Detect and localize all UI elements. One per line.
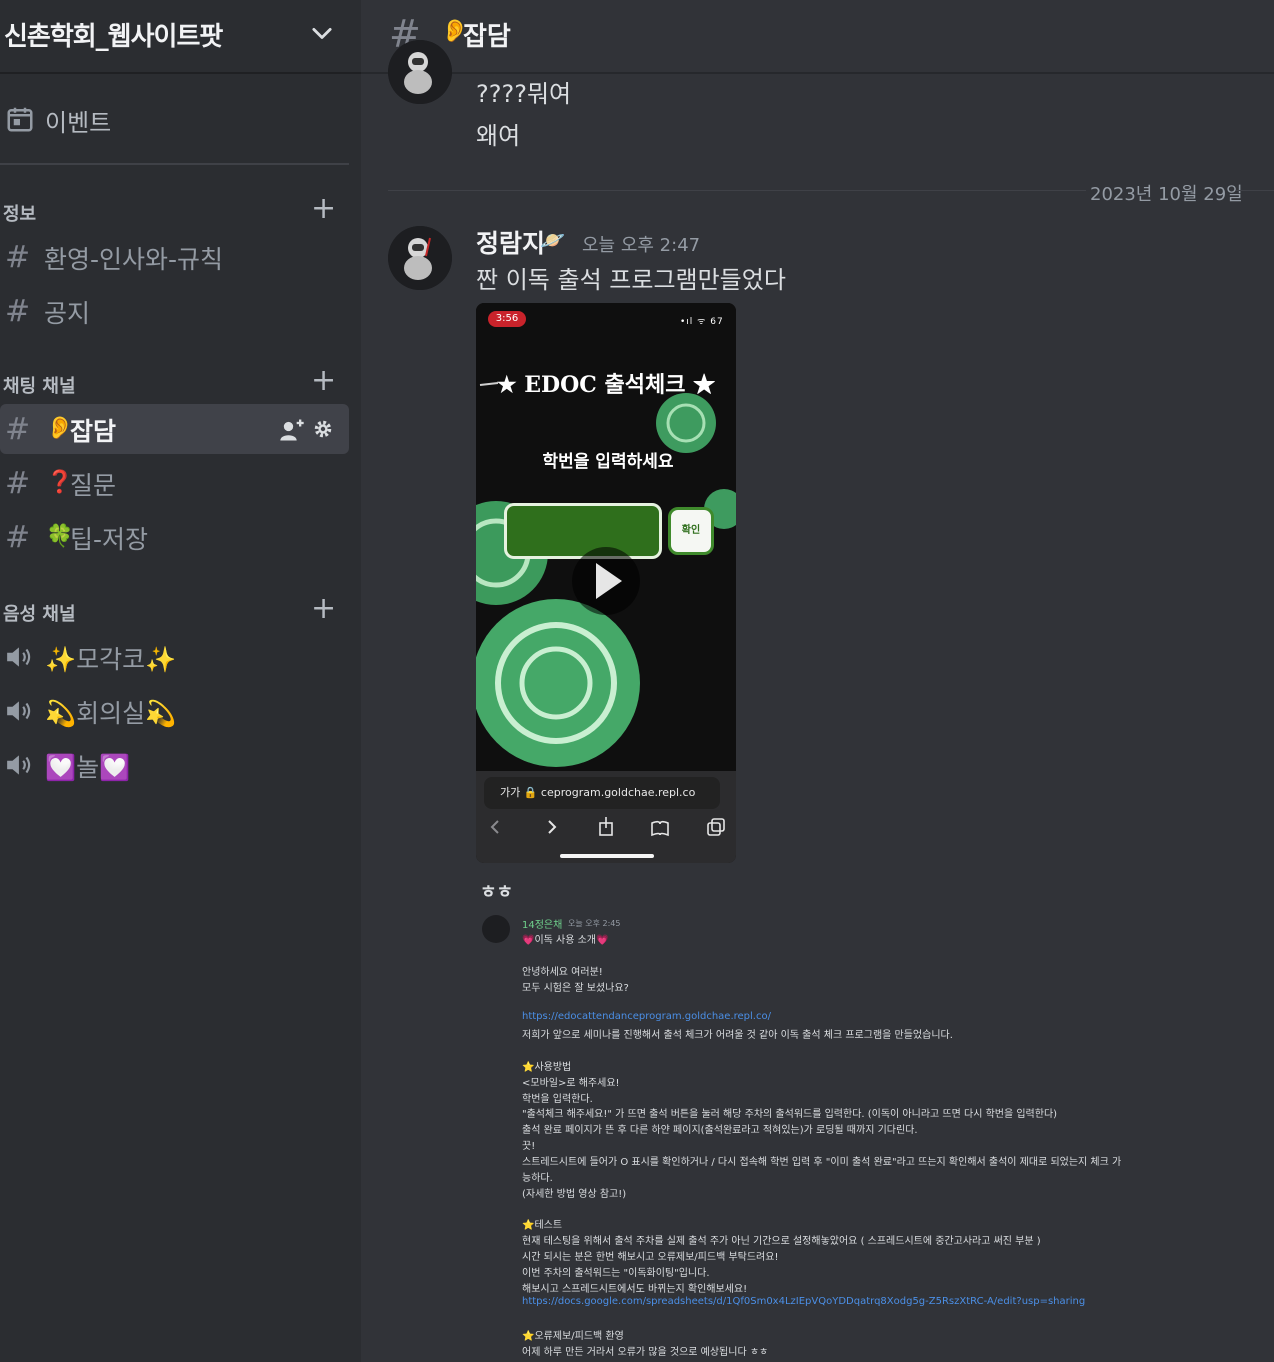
phone-status-bar: 3:56 •ıl ᯤ 67: [476, 303, 736, 333]
embedded-message-screenshot[interactable]: 14정은채 오늘 오후 2:45 💗이독 사용 소개💗 안녕하세요 여러분! 모…: [478, 905, 1178, 1362]
embedded-line: 모두 시험은 잘 보셨나요?: [522, 983, 629, 994]
channel-welcome[interactable]: # 환영-인사와-규칙: [0, 232, 349, 282]
channel-tips[interactable]: # 🍀 팁-저장: [0, 512, 349, 562]
phone-heading: ★ EDOC 출석체크 ★: [496, 372, 716, 398]
voice-channel-mogakco[interactable]: ✨모각코✨: [0, 632, 349, 682]
speaker-icon: [7, 701, 31, 721]
hash-icon: #: [5, 466, 31, 501]
message-text: ????뭐여: [476, 80, 572, 108]
channel-name: 💟놀💟: [45, 753, 131, 782]
play-button[interactable]: [572, 547, 640, 615]
hash-icon: #: [5, 240, 31, 275]
embedded-line: 현재 테스팅을 위해서 출석 주차를 실제 출석 주가 아닌 기간으로 설정해놓…: [522, 1236, 1041, 1247]
hash-icon: #: [5, 412, 31, 447]
confirm-button: 확인: [668, 507, 714, 555]
embedded-line: 안녕하세요 여러분!: [522, 967, 603, 978]
category-label: 채팅 채널: [3, 376, 76, 397]
channel-name: 질문: [70, 471, 117, 500]
embedded-timestamp: 오늘 오후 2:45: [568, 919, 621, 928]
embedded-line: (자세한 방법 영상 참고!): [522, 1189, 627, 1200]
avatar: [482, 915, 510, 943]
voice-channel-play[interactable]: 💟놀💟: [0, 740, 349, 790]
astronaut-avatar-icon: [388, 226, 452, 290]
server-name: 신촌학회_웹사이트팟: [4, 22, 223, 52]
embedded-line: ⭐사용방법: [522, 1062, 572, 1073]
embedded-line: 시간 되시는 분은 한번 해보시고 오류제보/피드백 부탁드려요!: [522, 1252, 779, 1263]
planet-emoji: 🪐: [540, 228, 565, 252]
channel-name: 환영-인사와-규칙: [44, 245, 224, 274]
home-indicator: [560, 854, 654, 858]
embedded-line: 저희가 앞으로 세미나를 진행해서 출석 체크가 어려울 것 같아 이독 출석 …: [522, 1030, 953, 1041]
channel-question[interactable]: # ❓ 질문: [0, 458, 349, 508]
hash-icon: #: [5, 294, 31, 329]
avatar[interactable]: [388, 40, 452, 104]
chevron-down-icon[interactable]: [308, 20, 336, 48]
embedded-line: <모바일>로 해주세요!: [522, 1078, 620, 1089]
voice-channel-meeting[interactable]: 💫회의실💫: [0, 686, 349, 736]
events-label: 이벤트: [45, 109, 112, 137]
category-label: 음성 채널: [3, 604, 76, 625]
invite-user-icon[interactable]: [278, 416, 306, 444]
image-attachment[interactable]: 3:56 •ıl ᯤ 67 ★ EDOC 출석체크 ★ 학번을 입력하세요 확인…: [476, 303, 736, 863]
add-channel-button[interactable]: +: [311, 366, 336, 396]
message-author[interactable]: 정람지: [476, 224, 545, 260]
sidebar-divider: [0, 163, 349, 165]
embedded-line: ⭐오류제보/피드백 환영: [522, 1331, 624, 1342]
embedded-author: 14정은채: [522, 920, 563, 931]
speaker-icon: [7, 755, 31, 775]
events-item[interactable]: 이벤트: [0, 96, 349, 142]
channel-title: 잡담: [463, 22, 511, 52]
embedded-line: 해보시고 스프레드시트에서도 바뀌는지 확인해보세요!: [522, 1284, 748, 1295]
message-text: 짠 이독 출석 프로그램만들었다: [476, 266, 786, 294]
url-bar: 가가 🔒 ceprogram.goldchae.repl.co: [484, 777, 720, 809]
message-timestamp: 오늘 오후 2:47: [582, 235, 701, 256]
embedded-line: ⭐테스트: [522, 1220, 563, 1231]
channel-name: 공지: [44, 299, 91, 328]
avatar[interactable]: [388, 226, 452, 290]
add-channel-button[interactable]: +: [311, 194, 336, 224]
speaker-icon: [7, 647, 31, 667]
channel-notice[interactable]: # 공지: [0, 286, 349, 336]
embedded-line: 능하다.: [522, 1173, 553, 1184]
channel-header: # 👂 잡담: [361, 0, 1274, 74]
browser-nav-icons: [490, 817, 725, 837]
calendar-icon: [7, 107, 33, 132]
embedded-line: 출석 완료 페이지가 뜬 후 다른 하얀 페이지(출석완료라고 적혀있는)가 로…: [522, 1125, 918, 1136]
embedded-line: 학번을 입력한다.: [522, 1094, 593, 1105]
channel-sidebar: 신촌학회_웹사이트팟 이벤트 정보 + # 환영-인사와-규칙 # 공지 채팅 …: [0, 0, 361, 1362]
embedded-link[interactable]: https://edocattendanceprogram.goldchae.r…: [522, 1011, 771, 1022]
category-chat[interactable]: 채팅 채널 +: [3, 366, 348, 398]
server-header[interactable]: 신촌학회_웹사이트팟: [0, 0, 361, 74]
message-text: ㅎㅎ: [480, 882, 514, 903]
play-icon: [596, 563, 622, 599]
add-channel-button[interactable]: +: [311, 594, 336, 624]
channel-name: 💫회의실💫: [45, 699, 177, 728]
date-divider-line: [388, 190, 1086, 191]
category-info[interactable]: 정보 +: [3, 194, 348, 226]
category-label: 정보: [3, 204, 37, 225]
gear-icon[interactable]: [312, 418, 334, 440]
astronaut-avatar-icon: [388, 40, 452, 104]
channel-name: ✨모각코✨: [45, 645, 177, 674]
hash-icon: #: [5, 520, 31, 555]
embedded-line: 스트레드시트에 들어가 O 표시를 확인하거나 / 다시 접속해 학번 입력 후…: [522, 1157, 1122, 1168]
embedded-line: 끗!: [522, 1141, 536, 1152]
channel-chitchat[interactable]: # 👂 잡담: [0, 404, 349, 454]
embedded-line: 💗이독 사용 소개💗: [522, 935, 609, 946]
phone-clock: 3:56: [488, 311, 526, 327]
message-text: 왜여: [476, 122, 521, 150]
date-divider: 2023년 10월 29일: [1090, 184, 1243, 205]
date-divider-line: [1236, 190, 1274, 191]
phone-prompt: 학번을 입력하세요: [542, 452, 674, 472]
channel-name: 잡담: [70, 417, 117, 446]
signal-icon: •ıl ᯤ 67: [680, 317, 724, 327]
channel-name: 팁-저장: [70, 525, 149, 554]
embedded-link[interactable]: https://docs.google.com/spreadsheets/d/1…: [522, 1296, 1085, 1307]
embedded-line: 이번 주차의 출석워드는 "이독화이팅"입니다.: [522, 1268, 710, 1279]
embedded-line: 어제 하루 만든 거라서 오류가 많을 것으로 예상됩니다 ㅎㅎ: [522, 1347, 769, 1358]
embedded-line: "출석체크 해주세요!" 가 뜨면 출석 버튼을 눌러 해당 주차의 출석워드를…: [522, 1109, 1058, 1120]
category-voice[interactable]: 음성 채널 +: [3, 594, 348, 626]
